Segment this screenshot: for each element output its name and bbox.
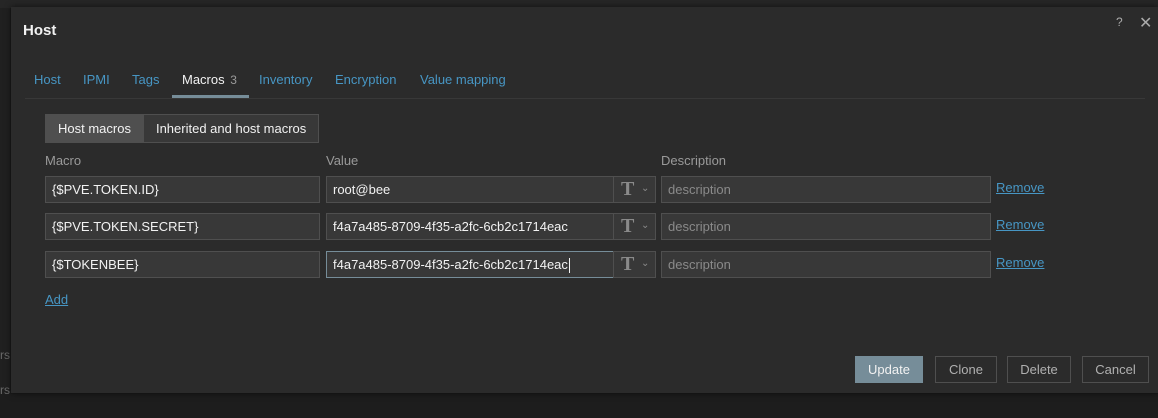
tab-macros-label: Macros	[182, 72, 225, 87]
close-icon[interactable]: ✕	[1139, 13, 1152, 33]
macro-description-input[interactable]: description	[661, 213, 991, 240]
tab-host[interactable]: Host	[34, 72, 61, 87]
value-type-dropdown[interactable]: T ⌄	[613, 251, 656, 278]
macro-name-input[interactable]: {$TOKENBEE}	[45, 251, 320, 278]
tab-encryption[interactable]: Encryption	[335, 72, 396, 87]
macro-description-input[interactable]: description	[661, 251, 991, 278]
macro-column-header: Macro	[45, 153, 82, 168]
clone-button[interactable]: Clone	[935, 356, 997, 383]
macro-row: {$PVE.TOKEN.SECRET} f4a7a485-8709-4f35-a…	[11, 213, 1158, 240]
remove-macro-link[interactable]: Remove	[996, 180, 1044, 195]
macro-value-text: f4a7a485-8709-4f35-a2fc-6cb2c1714eac	[333, 257, 568, 272]
chevron-down-icon: ⌄	[641, 183, 650, 194]
macro-value-input[interactable]: root@bee	[326, 176, 615, 203]
description-column-header: Description	[661, 153, 727, 168]
macro-row: {$TOKENBEE} f4a7a485-8709-4f35-a2fc-6cb2…	[11, 251, 1158, 278]
value-column-header: Value	[326, 153, 359, 168]
text-caret	[568, 258, 570, 274]
background-text: rs	[0, 348, 10, 362]
host-macros-button[interactable]: Host macros	[46, 115, 143, 142]
remove-macro-link[interactable]: Remove	[996, 217, 1044, 232]
macro-name-input[interactable]: {$PVE.TOKEN.ID}	[45, 176, 320, 203]
macro-description-input[interactable]: description	[661, 176, 991, 203]
tab-macros-count: 3	[230, 73, 237, 87]
macro-name-input[interactable]: {$PVE.TOKEN.SECRET}	[45, 213, 320, 240]
tab-value-mapping[interactable]: Value mapping	[420, 72, 506, 87]
dialog-title: Host	[23, 22, 57, 39]
active-tab-indicator	[172, 95, 249, 98]
chevron-down-icon: ⌄	[641, 220, 650, 231]
background-footer	[0, 394, 1158, 418]
value-type-dropdown[interactable]: T ⌄	[613, 176, 656, 203]
cancel-button[interactable]: Cancel	[1082, 356, 1149, 383]
add-macro-link[interactable]: Add	[45, 292, 68, 307]
tab-inventory[interactable]: Inventory	[259, 72, 312, 87]
tab-bar: Host IPMI Tags Macros 3 Inventory Encryp…	[25, 67, 1145, 99]
update-button[interactable]: Update	[855, 356, 923, 383]
macro-scope-toggle: Host macros Inherited and host macros	[45, 114, 320, 143]
remove-macro-link[interactable]: Remove	[996, 255, 1044, 270]
host-dialog: Host ? ✕ Host IPMI Tags Macros 3 Invento…	[11, 7, 1158, 393]
text-type-icon: T	[621, 178, 635, 200]
inherited-macros-button[interactable]: Inherited and host macros	[142, 115, 319, 142]
help-icon[interactable]: ?	[1116, 15, 1123, 29]
text-type-icon: T	[621, 253, 635, 275]
value-type-dropdown[interactable]: T ⌄	[613, 213, 656, 240]
macro-row: {$PVE.TOKEN.ID} root@bee T ⌄ description…	[11, 176, 1158, 203]
chevron-down-icon: ⌄	[641, 258, 650, 269]
macro-value-input[interactable]: f4a7a485-8709-4f35-a2fc-6cb2c1714eac	[326, 213, 615, 240]
tab-tags[interactable]: Tags	[132, 72, 159, 87]
text-type-icon: T	[621, 215, 635, 237]
macro-value-input[interactable]: f4a7a485-8709-4f35-a2fc-6cb2c1714eac	[326, 251, 615, 278]
tab-macros[interactable]: Macros 3	[182, 72, 237, 87]
background-text: rs	[0, 383, 10, 397]
delete-button[interactable]: Delete	[1007, 356, 1071, 383]
tab-ipmi[interactable]: IPMI	[83, 72, 110, 87]
